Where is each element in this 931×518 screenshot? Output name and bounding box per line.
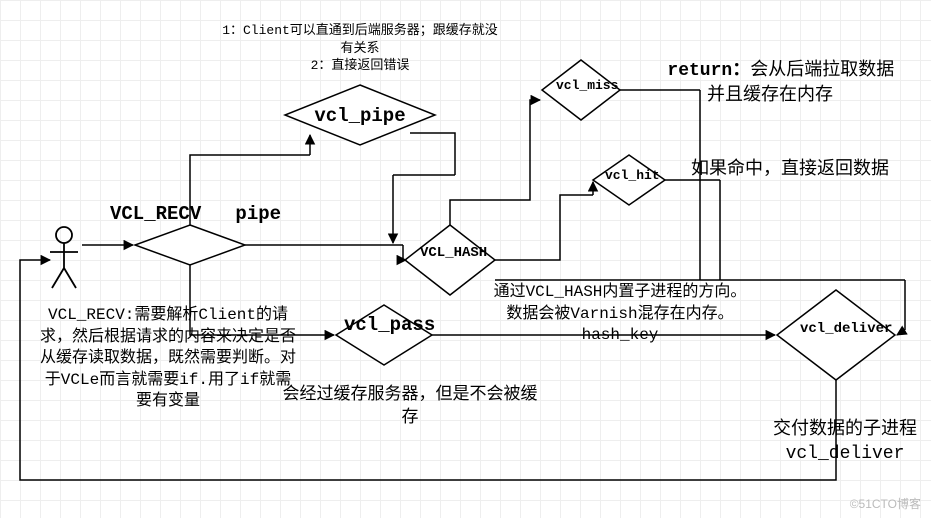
actor-icon bbox=[50, 227, 78, 288]
note-return-label: return： bbox=[667, 61, 750, 81]
node-vcl-recv bbox=[135, 225, 245, 265]
watermark: ©51CTO博客 bbox=[850, 495, 921, 512]
note-hash: 通过VCL_HASH内置子进程的方向。数据会被Varnish混存在内存。hash… bbox=[490, 282, 750, 347]
note-return: return：会从后端拉取数据并且缓存在内存 bbox=[640, 35, 900, 108]
note-recv: VCL_RECV:需要解析Client的请求，然后根据请求的内容来决定是否从缓存… bbox=[38, 305, 298, 413]
note-deliver: 交付数据的子进程 vcl_deliver bbox=[760, 418, 930, 467]
label-vcl-miss: vcl_miss bbox=[556, 77, 606, 95]
label-vcl-hit: vcl_hit bbox=[605, 167, 653, 185]
label-vcl-pipe: vcl_pipe bbox=[310, 104, 410, 130]
note-pipe: 1：Client可以直通到后端服务器；跟缓存就没有关系 2：直接返回错误 bbox=[220, 22, 500, 75]
label-vcl-pass: vcl_pass bbox=[344, 313, 424, 339]
label-vcl-hash: VCL_HASH bbox=[420, 244, 480, 263]
note-pass: 会经过缓存服务器，但是不会被缓存 bbox=[280, 385, 540, 431]
label-vcl-deliver: vcl_deliver bbox=[800, 320, 872, 339]
label-vcl-recv: VCL_RECV pipe bbox=[110, 202, 310, 228]
note-hit: 如果命中，直接返回数据 bbox=[690, 158, 890, 182]
